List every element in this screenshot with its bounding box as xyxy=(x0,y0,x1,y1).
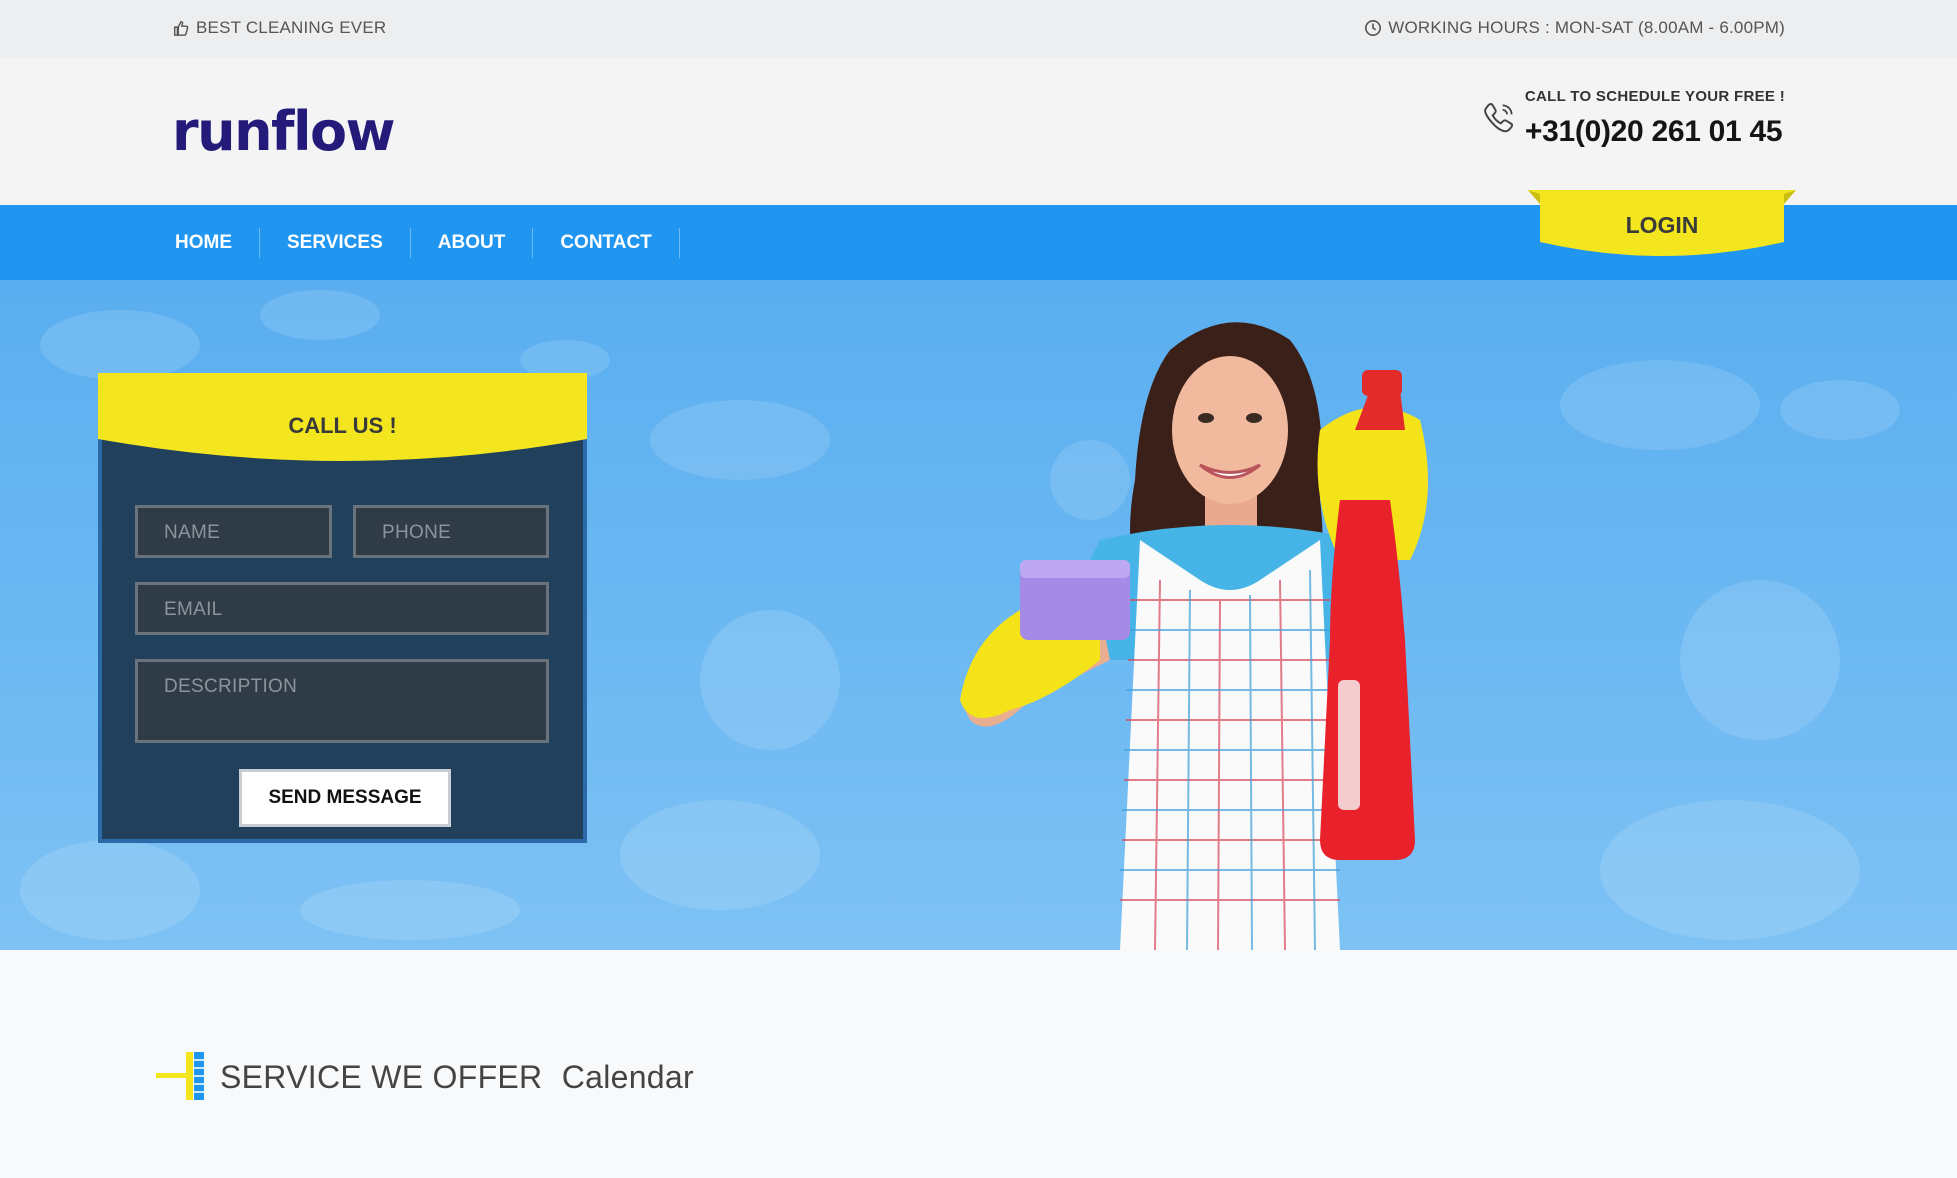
name-input[interactable]: NAME xyxy=(135,505,332,558)
section-heading: SERVICE WE OFFER xyxy=(220,1059,543,1095)
call-label: CALL TO SCHEDULE YOUR FREE ! xyxy=(1524,88,1785,105)
email-input[interactable]: EMAIL xyxy=(135,582,549,635)
nav-item-home[interactable]: HOME xyxy=(148,227,260,258)
nav-item-about[interactable]: ABOUT xyxy=(411,227,534,258)
phone-icon xyxy=(1484,103,1514,133)
phone-input[interactable]: PHONE xyxy=(353,505,549,558)
nav-item-services[interactable]: SERVICES xyxy=(260,227,411,258)
login-button[interactable]: LOGIN xyxy=(1528,190,1796,262)
top-bar: BEST CLEANING EVER WORKING HOURS : MON-S… xyxy=(0,0,1957,58)
logo[interactable]: runflow xyxy=(172,100,396,163)
phone-number[interactable]: +31(0)20 261 01 45 xyxy=(1525,115,1785,149)
send-message-button[interactable]: SEND MESSAGE xyxy=(239,769,451,827)
nav-list: HOME SERVICES ABOUT CONTACT xyxy=(148,205,680,280)
form-title: CALL US ! xyxy=(288,413,397,438)
working-hours-text: WORKING HOURS : MON-SAT (8.00AM - 6.00PM… xyxy=(1388,18,1785,37)
clock-icon xyxy=(1365,19,1382,37)
section-title: SERVICE WE OFFER Calendar xyxy=(220,1059,694,1096)
call-box: CALL TO SCHEDULE YOUR FREE ! +31(0)20 26… xyxy=(1525,88,1785,149)
cleaning-woman-image xyxy=(960,322,1428,950)
squeegee-icon xyxy=(156,1052,204,1100)
thumbs-up-icon xyxy=(173,20,189,36)
site-header: runflow CALL TO SCHEDULE YOUR FREE ! +31… xyxy=(0,58,1957,205)
tagline-text: BEST CLEANING EVER xyxy=(196,18,387,37)
nav-item-contact[interactable]: CONTACT xyxy=(533,227,680,258)
form-header: CALL US ! xyxy=(98,373,587,469)
working-hours: WORKING HOURS : MON-SAT (8.00AM - 6.00PM… xyxy=(1364,18,1785,38)
contact-form: CALL US ! NAME PHONE EMAIL DESCRIPTION S… xyxy=(98,373,587,843)
tagline: BEST CLEANING EVER xyxy=(172,18,386,38)
description-textarea[interactable]: DESCRIPTION xyxy=(135,659,549,743)
section-subtitle: Calendar xyxy=(561,1059,694,1095)
login-label: LOGIN xyxy=(1625,212,1699,238)
